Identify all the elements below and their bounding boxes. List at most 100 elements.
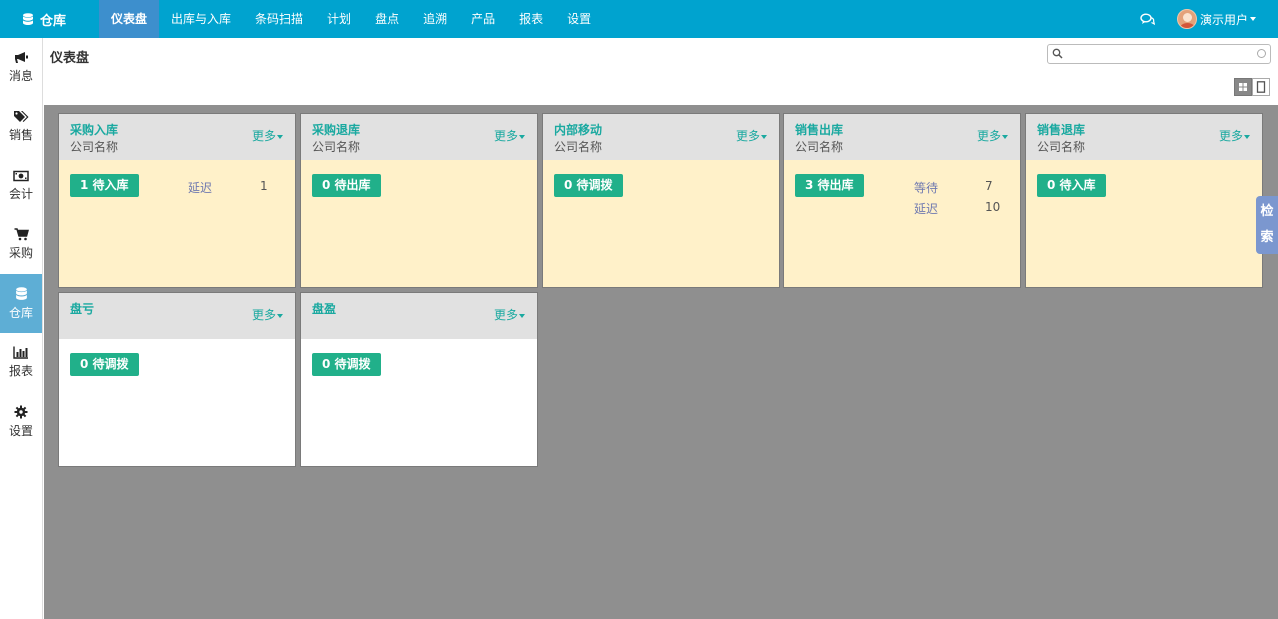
more-dropdown[interactable]: 更多 — [252, 127, 283, 144]
card-subtitle: 公司名称 — [554, 140, 603, 154]
page-header: 仪表盘 — [44, 38, 1278, 105]
card-subtitle: 公司名称 — [70, 140, 119, 154]
sidebar-item-report[interactable]: 报表 — [0, 333, 42, 392]
card-title[interactable]: 盘盈 — [312, 300, 336, 317]
dashboard-card-internal-move: 内部移动 公司名称 更多 0 待调拨 — [542, 113, 780, 288]
more-dropdown[interactable]: 更多 — [977, 127, 1008, 144]
database-icon — [23, 12, 33, 25]
pending-button[interactable]: 0 待调拨 — [554, 174, 623, 197]
card-header: 采购入库 公司名称 更多 — [59, 114, 295, 160]
top-bar: 仓库 仪表盘 出库与入库 条码扫描 计划 盘点 追溯 产品 报表 设置 演示用户 — [0, 0, 1278, 38]
more-label: 更多 — [976, 129, 1001, 143]
search-side-tab[interactable]: 检 索 — [1256, 196, 1278, 254]
pending-button[interactable]: 0 待入库 — [1037, 174, 1106, 197]
sidebar-item-warehouse[interactable]: 仓库 — [0, 274, 42, 333]
tags-icon — [14, 111, 29, 122]
brand[interactable]: 仓库 — [0, 0, 99, 38]
card-body: 0 待调拨 — [543, 160, 779, 287]
nav-dashboard[interactable]: 仪表盘 — [99, 0, 160, 38]
card-subtitle: 公司名称 — [312, 140, 361, 154]
pending-button[interactable]: 0 待出库 — [312, 174, 381, 197]
card-header: 销售出库 公司名称 更多 — [784, 114, 1020, 160]
card-body: 0 待出库 — [301, 160, 537, 287]
dashboard-card-inventory-gain: 盘盈 更多 0 待调拨 — [300, 292, 538, 467]
more-label: 更多 — [1218, 129, 1243, 143]
top-right: 演示用户 — [1140, 0, 1278, 38]
stat-label-late[interactable]: 延迟 — [188, 179, 212, 196]
card-body: 0 待调拨 — [59, 339, 295, 466]
card-title[interactable]: 销售退库 — [1037, 121, 1085, 138]
nav-in-out[interactable]: 出库与入库 — [159, 0, 243, 38]
card-subtitle: 公司名称 — [795, 140, 844, 154]
caret-down-icon — [519, 313, 525, 318]
card-title[interactable]: 销售出库 — [795, 121, 843, 138]
dashboard-card-sales-return: 销售退库 公司名称 更多 0 待入库 — [1025, 113, 1263, 288]
card-title[interactable]: 盘亏 — [70, 300, 94, 317]
pending-button[interactable]: 0 待调拨 — [312, 353, 381, 376]
kanban-view-button[interactable] — [1234, 78, 1252, 96]
sidebar-item-settings[interactable]: 设置 — [0, 392, 42, 451]
more-dropdown[interactable]: 更多 — [736, 127, 767, 144]
sidebar-item-messages[interactable]: 消息 — [0, 38, 42, 97]
pending-button[interactable]: 0 待调拨 — [70, 353, 139, 376]
stat-label-waiting[interactable]: 等待 — [914, 179, 938, 196]
more-label: 更多 — [251, 129, 276, 143]
dashboard-card-inventory-loss: 盘亏 更多 0 待调拨 — [58, 292, 296, 467]
caret-down-icon — [1244, 134, 1250, 139]
stat-value-late: 1 — [260, 179, 268, 193]
pending-button[interactable]: 1 待入库 — [70, 174, 139, 197]
sidebar-item-label: 采购 — [8, 246, 33, 260]
side-tab-char: 索 — [1260, 230, 1274, 245]
avatar — [1176, 9, 1197, 29]
nav-inventory[interactable]: 盘点 — [363, 0, 411, 38]
card-title[interactable]: 内部移动 — [554, 121, 602, 138]
user-menu[interactable]: 演示用户 — [1176, 9, 1256, 29]
card-body: 3 待出库 等待 7 延迟 10 — [784, 160, 1020, 287]
chevron-down-icon — [1250, 17, 1256, 21]
sidebar-item-sales[interactable]: 销售 — [0, 97, 42, 156]
side-tab-char: 检 — [1260, 204, 1274, 219]
dashboard-card-purchase-return: 采购退库 公司名称 更多 0 待出库 — [300, 113, 538, 288]
search-input[interactable] — [1066, 46, 1256, 62]
sidebar-item-label: 报表 — [8, 364, 33, 378]
stat-label-late[interactable]: 延迟 — [914, 200, 938, 217]
form-view-button[interactable] — [1252, 78, 1270, 96]
card-header: 内部移动 公司名称 更多 — [543, 114, 779, 160]
grid-icon — [1239, 83, 1247, 91]
sidebar-item-label: 消息 — [8, 69, 33, 83]
sidebar-item-purchase[interactable]: 采购 — [0, 215, 42, 274]
pending-button[interactable]: 3 待出库 — [795, 174, 864, 197]
card-title[interactable]: 采购退库 — [312, 121, 360, 138]
user-name: 演示用户 — [1199, 12, 1248, 27]
card-subtitle: 公司名称 — [1037, 140, 1086, 154]
card-header: 盘盈 更多 — [301, 293, 537, 339]
money-icon — [13, 170, 29, 181]
chat-icon[interactable] — [1140, 13, 1155, 26]
nav-report[interactable]: 报表 — [507, 0, 555, 38]
sidebar-item-accounting[interactable]: 会计 — [0, 156, 42, 215]
nav-product[interactable]: 产品 — [459, 0, 507, 38]
caret-down-icon — [519, 134, 525, 139]
more-label: 更多 — [493, 308, 518, 322]
card-title[interactable]: 采购入库 — [70, 121, 118, 138]
page-title: 仪表盘 — [50, 51, 90, 66]
nav-barcode[interactable]: 条码扫描 — [243, 0, 315, 38]
card-body: 0 待入库 — [1026, 160, 1262, 287]
search-icon — [1052, 48, 1063, 59]
nav-trace[interactable]: 追溯 — [411, 0, 459, 38]
more-dropdown[interactable]: 更多 — [494, 306, 525, 323]
dashboard-card-sales-out: 销售出库 公司名称 更多 3 待出库 等待 7 延迟 10 — [783, 113, 1021, 288]
tablet-icon — [1256, 81, 1266, 93]
card-body: 1 待入库 延迟 1 — [59, 160, 295, 287]
search-box — [1047, 44, 1271, 64]
sidebar-item-label: 会计 — [8, 186, 33, 201]
sidebar-item-label: 仓库 — [8, 305, 33, 320]
more-dropdown[interactable]: 更多 — [494, 127, 525, 144]
cart-icon — [14, 228, 29, 241]
more-dropdown[interactable]: 更多 — [1219, 127, 1250, 144]
nav-plan[interactable]: 计划 — [315, 0, 363, 38]
clear-icon[interactable] — [1257, 49, 1266, 58]
more-dropdown[interactable]: 更多 — [252, 306, 283, 323]
nav-settings[interactable]: 设置 — [555, 0, 603, 38]
sidebar: 消息 销售 会计 采购 仓库 报表 设置 — [0, 38, 43, 619]
